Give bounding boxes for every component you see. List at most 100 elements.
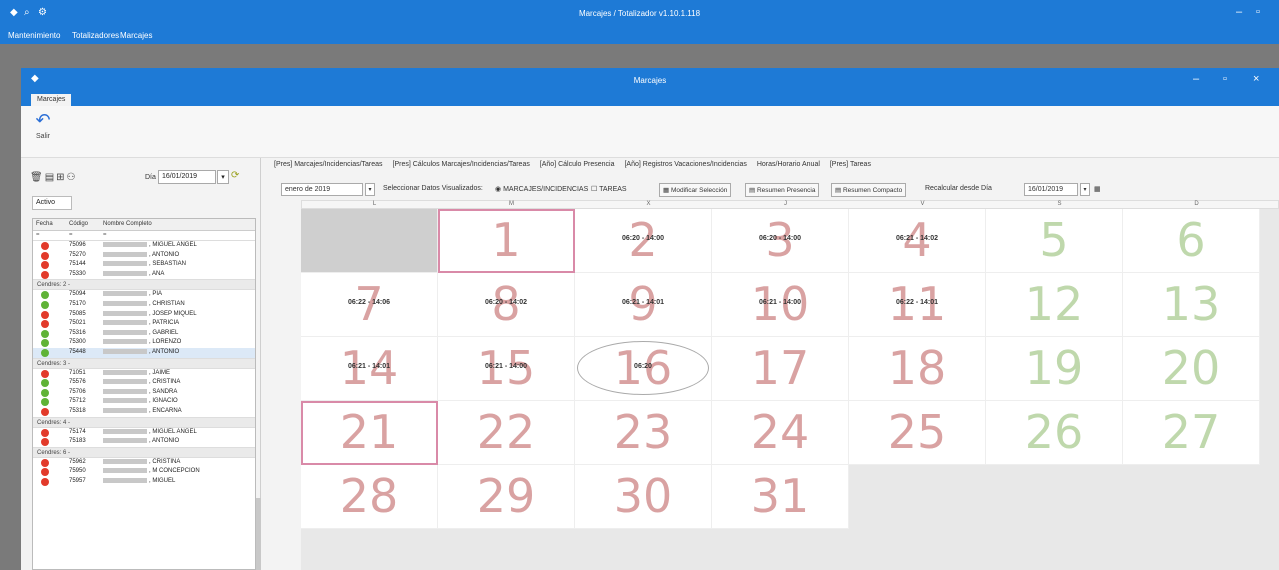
recalc-date-input[interactable]: 16/01/2019 <box>1024 183 1078 196</box>
link-calculos-marcajes[interactable]: [Pres] Cálculos Marcajes/Incidencias/Tar… <box>393 161 530 168</box>
column-header-codigo[interactable]: Código <box>69 221 88 227</box>
calendar-day-cell[interactable]: 6 <box>1123 209 1260 273</box>
employee-row[interactable]: 75330 , ANA <box>33 270 255 280</box>
calendar-day-cell[interactable]: 28 <box>301 465 438 529</box>
calendar-day-cell[interactable]: 10 06:21 - 14:00 <box>712 273 849 337</box>
link-marcajes-incidencias[interactable]: [Pres] Marcajes/Incidencias/Tareas <box>274 161 383 168</box>
calendar-day-cell[interactable]: 26 <box>986 401 1123 465</box>
employee-row[interactable]: 75144 , SEBASTIAN <box>33 260 255 270</box>
link-calculo-presencia[interactable]: [Año] Cálculo Presencia <box>540 161 615 168</box>
date-dropdown-button[interactable]: ▾ <box>217 170 229 184</box>
employee-row[interactable]: 75962 , CRISTINA <box>33 458 255 468</box>
link-tareas[interactable]: [Pres] Tareas <box>830 161 871 168</box>
calendar-day-cell[interactable]: 29 <box>438 465 575 529</box>
calendar-day-cell[interactable]: 24 <box>712 401 849 465</box>
calculate-icon[interactable]: ▦ <box>1094 185 1101 193</box>
link-registros-vacaciones[interactable]: [Año] Registros Vacaciones/Incidencias <box>624 161 746 168</box>
calendar-day-cell[interactable]: 31 <box>712 465 849 529</box>
recalc-date-dropdown[interactable]: ▾ <box>1080 183 1090 196</box>
calendar-day-cell[interactable]: 16 06:20 <box>575 337 712 401</box>
calendar-day-cell[interactable]: 20 <box>1123 337 1260 401</box>
window-close-icon[interactable]: × <box>1253 73 1259 85</box>
expand-icon[interactable]: ⊞ <box>56 172 66 183</box>
radio-marcajes[interactable]: ◉ MARCAJES/INCIDENCIAS <box>495 185 588 193</box>
employee-row[interactable]: 71051 , JAIME <box>33 369 255 379</box>
exit-button[interactable]: ↶ Salir <box>29 110 57 150</box>
calendar-day-cell[interactable]: 21 <box>301 401 438 465</box>
filter-cell[interactable]: = <box>36 232 40 238</box>
tab-marcajes[interactable]: Marcajes <box>31 94 72 106</box>
print-icon[interactable]: ▤ <box>45 172 56 183</box>
delete-icon[interactable]: 🗑 <box>30 172 45 183</box>
employee-row[interactable]: 75712 , IGNACIO <box>33 397 255 407</box>
calendar-day-cell[interactable]: 30 <box>575 465 712 529</box>
column-header-fecha[interactable]: Fecha <box>36 221 53 227</box>
link-horario-anual[interactable]: Horas/Horario Anual <box>757 161 820 168</box>
calendar-day-cell[interactable]: 15 06:21 - 14:00 <box>438 337 575 401</box>
menu-item-totalizadores[interactable]: Totalizadores <box>72 31 119 40</box>
employee-scrollbar[interactable] <box>256 498 261 570</box>
employee-row[interactable]: 75170 , CHRISTIAN <box>33 300 255 310</box>
employee-group-row[interactable]: Cendres: 6 - <box>33 446 255 458</box>
window-minimize-icon[interactable]: – <box>1193 73 1199 85</box>
calendar-day-cell[interactable]: 14 06:21 - 14:01 <box>301 337 438 401</box>
menu-item-mantenimiento[interactable]: Mantenimiento <box>8 31 60 40</box>
column-header-nombre[interactable]: Nombre Completo <box>103 221 152 227</box>
calendar-day-cell[interactable]: 8 06:20 - 14:02 <box>438 273 575 337</box>
employee-row[interactable]: 75270 , ANTONIO <box>33 251 255 261</box>
employee-row[interactable]: 75316 , GABRIEL <box>33 329 255 339</box>
restore-icon[interactable]: ▫ <box>1256 6 1260 18</box>
employee-group-row[interactable]: Cendres: 4 - <box>33 416 255 428</box>
calendar-day-cell[interactable]: 9 06:21 - 14:01 <box>575 273 712 337</box>
checkbox-tareas[interactable]: ☐ TAREAS <box>591 185 627 193</box>
employee-row[interactable]: 75096 , MIGUEL ANGEL <box>33 241 255 251</box>
date-input[interactable]: 16/01/2019 <box>158 170 216 184</box>
calendar-day-cell[interactable]: 2 06:20 - 14:00 <box>575 209 712 273</box>
day-punch-times: 06:21 - 14:00 <box>758 299 802 306</box>
calendar-day-cell[interactable]: 27 <box>1123 401 1260 465</box>
calendar-day-cell[interactable]: 3 06:20 - 14:00 <box>712 209 849 273</box>
employee-row[interactable]: 75174 , MIGUEL ANGEL <box>33 428 255 438</box>
employee-row[interactable]: 75318 , ENCARNA <box>33 407 255 417</box>
calendar-day-cell[interactable]: 13 <box>1123 273 1260 337</box>
calendar-day-cell[interactable]: 17 <box>712 337 849 401</box>
modify-selection-button[interactable]: ▦ Modificar Selección <box>659 183 732 197</box>
calendar-day-cell[interactable]: 18 <box>849 337 986 401</box>
employee-row[interactable]: 75094 , PIA <box>33 290 255 300</box>
employee-group-row[interactable]: Cendres: 2 - <box>33 279 255 291</box>
calendar-day-cell[interactable]: 23 <box>575 401 712 465</box>
calendar-day-cell[interactable]: 22 <box>438 401 575 465</box>
refresh-icon[interactable]: ⟳ <box>231 170 239 181</box>
day-number: 12 <box>1024 277 1084 331</box>
filter-cell[interactable]: = <box>69 232 73 238</box>
menu-item-marcajes[interactable]: Marcajes <box>120 31 152 40</box>
month-dropdown-button[interactable]: ▾ <box>365 183 375 196</box>
employee-row[interactable]: 75706 , SANDRA <box>33 388 255 398</box>
employee-row[interactable]: 75300 , LORENZO <box>33 338 255 348</box>
minimize-icon[interactable]: – <box>1236 6 1242 18</box>
calendar-day-cell[interactable]: 5 <box>986 209 1123 273</box>
employee-row[interactable]: 75957 , MIGUEL <box>33 477 255 487</box>
employee-row[interactable]: 75183 , ANTONIO <box>33 437 255 447</box>
month-select[interactable]: enero de 2019 <box>281 183 363 196</box>
status-filter-select[interactable]: Activo <box>32 196 72 210</box>
calendar-day-cell[interactable]: 25 <box>849 401 986 465</box>
calendar-day-cell[interactable]: 4 06:21 - 14:02 <box>849 209 986 273</box>
calendar-day-cell[interactable]: 12 <box>986 273 1123 337</box>
employee-row[interactable]: 75576 , CRISTINA <box>33 378 255 388</box>
summary-presence-button[interactable]: ▤ Resumen Presencia <box>745 183 820 197</box>
status-dot-icon <box>41 477 49 486</box>
employee-row[interactable]: 75021 , PATRICIA <box>33 319 255 329</box>
window-maximize-icon[interactable]: ▫ <box>1223 73 1227 85</box>
employee-row[interactable]: 75448 , ANTONIO <box>33 347 255 358</box>
calendar-day-cell[interactable]: 1 <box>438 209 575 273</box>
calendar-day-cell[interactable]: 7 06:22 - 14:06 <box>301 273 438 337</box>
employee-row[interactable]: 75950 , M CONCEPCION <box>33 467 255 477</box>
calendar-day-cell[interactable]: 11 06:22 - 14:01 <box>849 273 986 337</box>
employee-group-row[interactable]: Cendres: 3 - <box>33 357 255 369</box>
employee-row[interactable]: 75085 , JOSEP MIQUEL <box>33 310 255 320</box>
filter-cell[interactable]: = <box>103 232 107 238</box>
calendar-day-cell[interactable]: 19 <box>986 337 1123 401</box>
compact-summary-button[interactable]: ▤ Resumen Compacto <box>831 183 907 197</box>
users-icon[interactable]: ⚇ <box>67 172 78 183</box>
